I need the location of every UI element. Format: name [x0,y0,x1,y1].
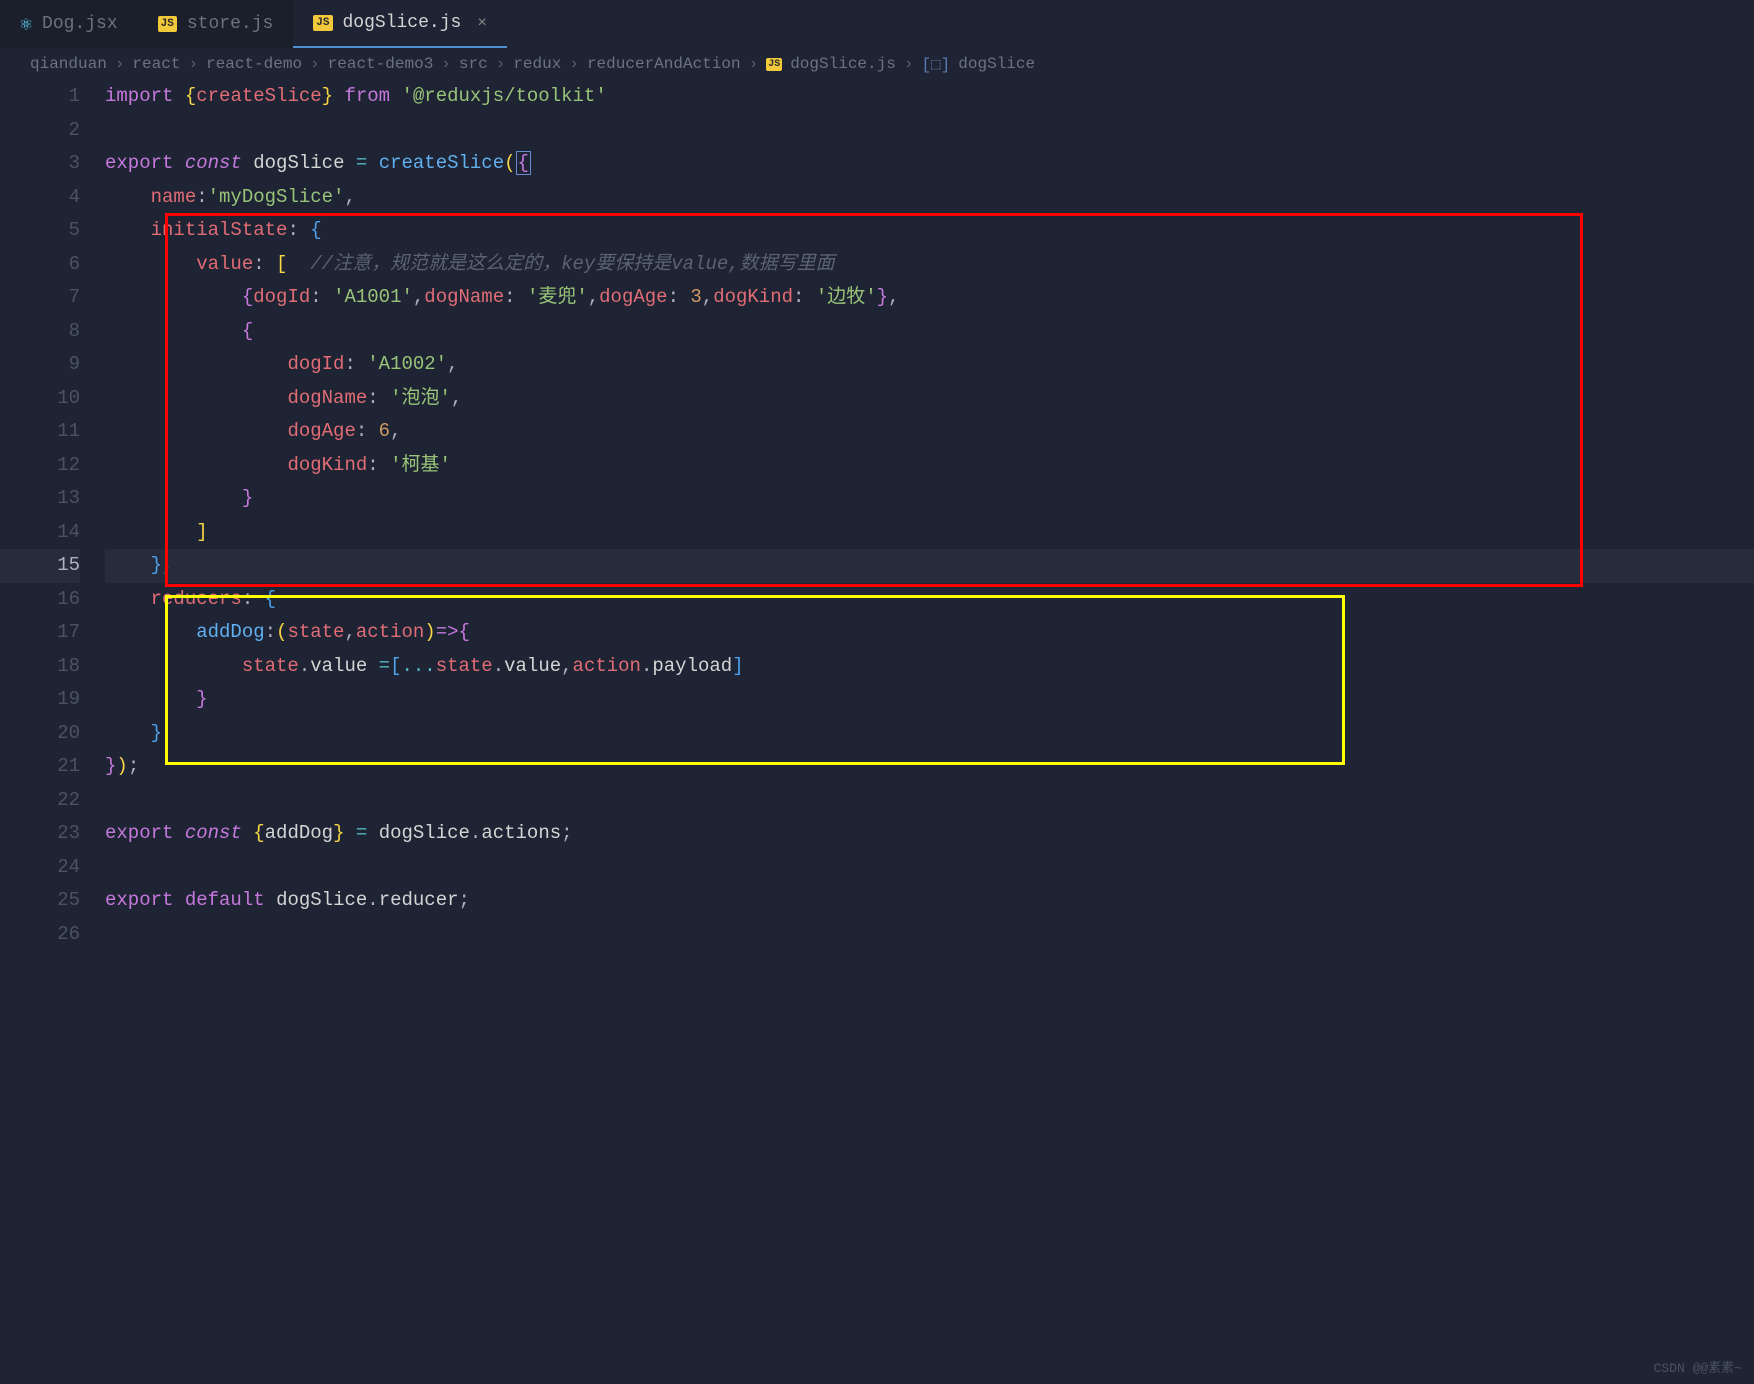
tab-label: dogSlice.js [343,13,462,33]
code-line: reducers: { [105,583,1754,617]
code-line: } [105,683,1754,717]
tab-dog-jsx[interactable]: ⚛ Dog.jsx [0,0,138,48]
code-line [105,114,1754,148]
code-line: export const dogSlice = createSlice({ [105,147,1754,181]
code-line: import {createSlice} from '@reduxjs/tool… [105,80,1754,114]
code-line: export default dogSlice.reducer; [105,884,1754,918]
code-area[interactable]: import {createSlice} from '@reduxjs/tool… [105,80,1754,951]
js-icon: JS [766,58,782,71]
tab-label: Dog.jsx [42,14,118,34]
js-icon: JS [158,16,177,32]
code-line: }); [105,750,1754,784]
code-line: } [105,482,1754,516]
code-line: export const {addDog} = dogSlice.actions… [105,817,1754,851]
breadcrumb-part[interactable]: reducerAndAction [587,55,741,73]
symbol-icon: [⬚] [921,54,950,74]
breadcrumb-part[interactable]: react-demo [206,55,302,73]
js-icon: JS [313,15,332,31]
code-line: addDog:(state,action)=>{ [105,616,1754,650]
react-icon: ⚛ [20,11,32,37]
code-line: value: [ //注意，规范就是这么定的，key要保持是value,数据写里… [105,248,1754,282]
code-line: }, [105,549,1754,583]
breadcrumb-part[interactable]: react-demo3 [328,55,434,73]
code-line: } [105,717,1754,751]
breadcrumb-part[interactable]: redux [513,55,561,73]
breadcrumb: qianduan› react› react-demo› react-demo3… [0,48,1754,80]
breadcrumb-part[interactable]: react [132,55,180,73]
watermark: CSDN @@素素~ [1654,1357,1742,1376]
code-line: name:'myDogSlice', [105,181,1754,215]
code-line: dogKind: '柯基' [105,449,1754,483]
tab-dogslice-js[interactable]: JS dogSlice.js × [293,0,507,48]
code-line: dogAge: 6, [105,415,1754,449]
line-gutter: 1234567891011121314151617181920212223242… [0,80,105,951]
code-line: dogId: 'A1002', [105,348,1754,382]
tab-bar: ⚛ Dog.jsx JS store.js JS dogSlice.js × [0,0,1754,48]
tab-store-js[interactable]: JS store.js [138,0,294,48]
code-line [105,784,1754,818]
code-line: {dogId: 'A1001',dogName: '麦兜',dogAge: 3,… [105,281,1754,315]
code-editor[interactable]: 1234567891011121314151617181920212223242… [0,80,1754,951]
breadcrumb-symbol[interactable]: dogSlice [958,55,1035,73]
breadcrumb-part[interactable]: src [459,55,488,73]
code-line: { [105,315,1754,349]
code-line [105,851,1754,885]
code-line: state.value =[...state.value,action.payl… [105,650,1754,684]
code-line [105,918,1754,952]
code-line: dogName: '泡泡', [105,382,1754,416]
code-line: initialState: { [105,214,1754,248]
breadcrumb-part[interactable]: qianduan [30,55,107,73]
close-icon[interactable]: × [477,14,487,32]
tab-label: store.js [187,14,273,34]
breadcrumb-file[interactable]: dogSlice.js [790,55,896,73]
code-line: ] [105,516,1754,550]
